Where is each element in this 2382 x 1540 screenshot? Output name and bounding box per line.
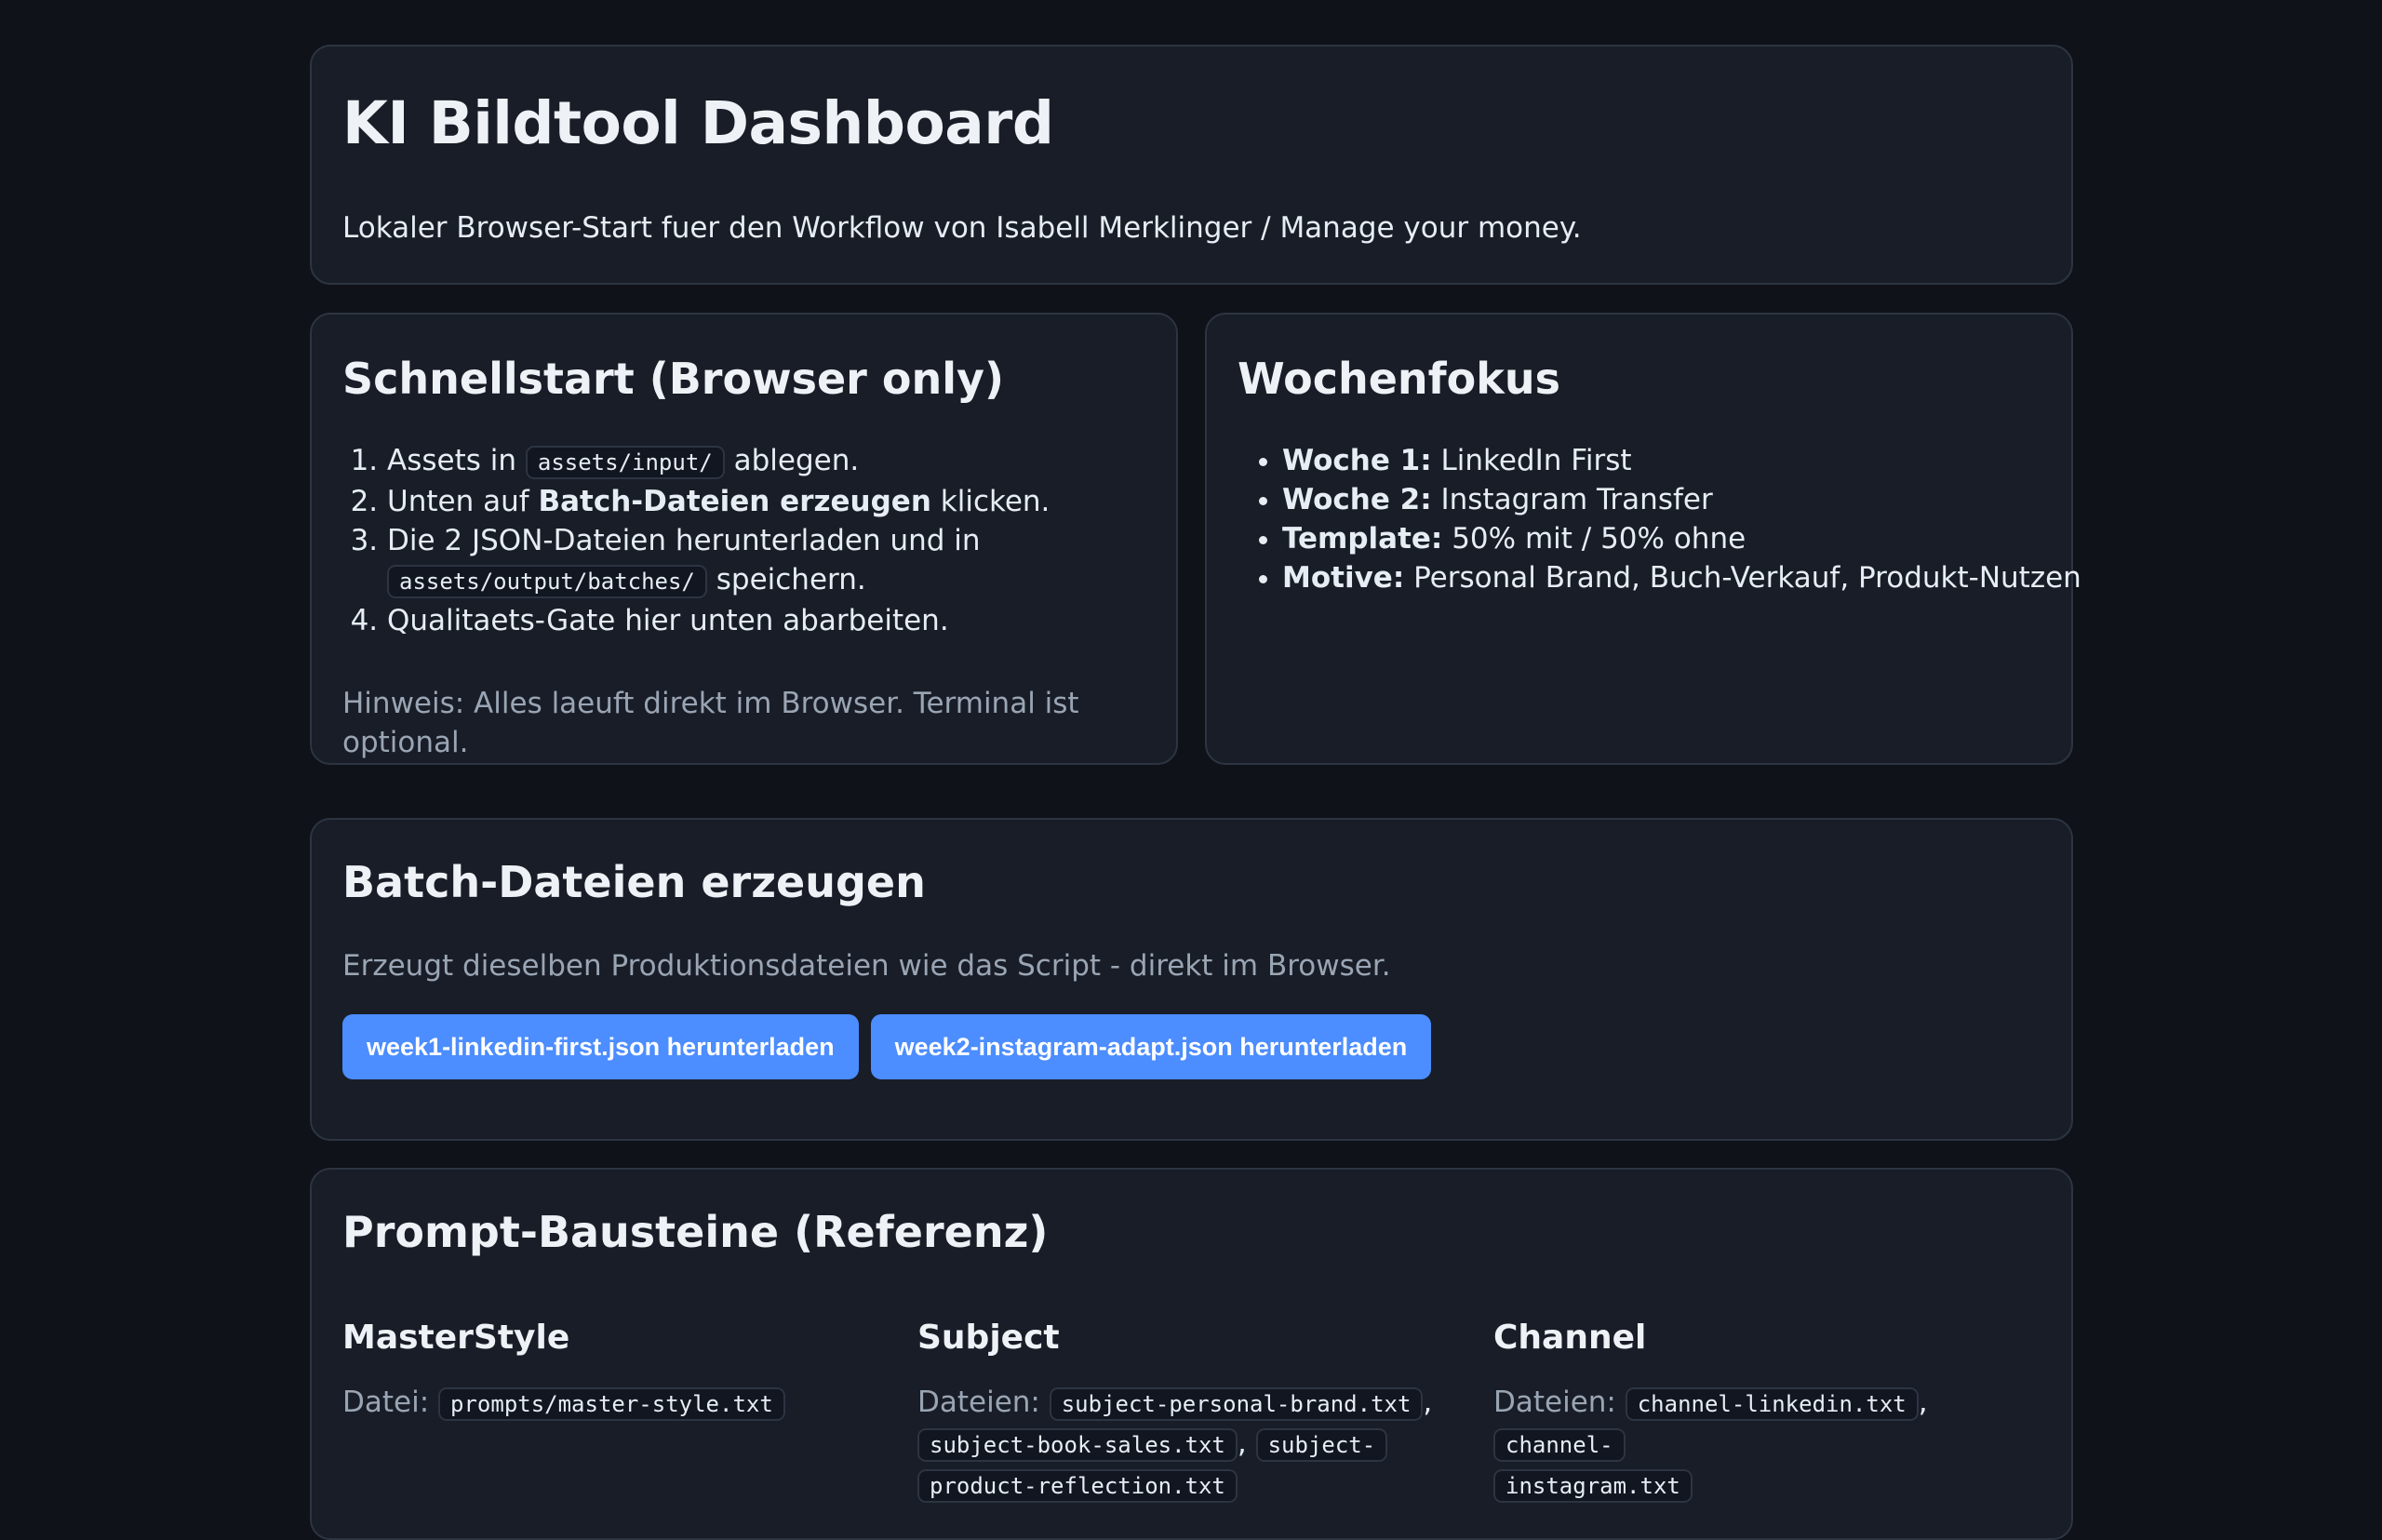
focus-value: Instagram Transfer [1440,483,1713,516]
code-path: subject- [1255,1428,1388,1462]
focus-label: Template: [1282,522,1443,556]
batch-title: Batch-Dateien erzeugen [342,857,926,907]
focus-item: Template: 50% mit / 50% ohne [1282,519,2101,558]
download-week1-button[interactable]: week1-linkedin-first.json herunterladen [342,1014,859,1079]
masterstyle-title: MasterStyle [342,1319,570,1357]
batch-buttons: week1-linkedin-first.json herunterladen w… [342,1014,1443,1079]
dashboard-container: KI Bildtool Dashboard Lokaler Browser-St… [310,45,2081,1540]
focus-item: Motive: Personal Brand, Buch-Verkauf, Pr… [1282,558,2101,597]
step-emphasis: Batch-Dateien erzeugen [538,485,931,518]
step-text: Unten auf [387,485,529,518]
focus-value: LinkedIn First [1440,444,1632,477]
code-path: channel-linkedin.txt [1625,1387,1919,1421]
code-path: product-reflection.txt [917,1469,1238,1503]
subject-files: Dateien: subject-personal-brand.txt, subj… [917,1383,1457,1506]
code-path: subject-book-sales.txt [917,1428,1238,1462]
prompt-column-subject: Subject Dateien: subject-personal-brand.… [917,1319,1457,1506]
separator: , [1237,1426,1247,1460]
separator: , [1918,1386,1928,1419]
page-title: KI Bildtool Dashboard [342,89,1054,157]
focus-title: Wochenfokus [1238,354,1560,404]
quickstart-title: Schnellstart (Browser only) [342,354,1005,404]
files-label: Dateien: [917,1386,1040,1419]
step-text: klicken. [940,485,1050,518]
focus-value: Personal Brand, Buch-Verkauf, Produkt-Nu… [1413,561,2081,595]
code-path: assets/input/ [525,446,725,479]
download-week2-button[interactable]: week2-instagram-adapt.json herunterladen [870,1014,1432,1079]
quickstart-step: Qualitaets-Gate hier unten abarbeiten. [387,601,1187,640]
quickstart-step: Unten auf Batch-Dateien erzeugen klicken… [387,482,1187,521]
focus-label: Woche 2: [1282,483,1432,516]
channel-files: Dateien: channel-linkedin.txt, channel-i… [1493,1383,2042,1506]
prompts-title: Prompt-Bausteine (Referenz) [342,1207,1049,1257]
code-path: channel- [1493,1428,1626,1462]
quickstart-step: Assets in assets/input/ ablegen. [387,441,1187,482]
code-path: subject-personal-brand.txt [1049,1387,1424,1421]
focus-item: Woche 1: LinkedIn First [1282,441,2101,480]
top-row: Schnellstart (Browser only) Assets in as… [310,313,2081,765]
step-text: speichern. [716,563,866,596]
page-subtitle: Lokaler Browser-Start fuer den Workflow … [342,211,1582,245]
quickstart-note: Hinweis: Alles laeuft direkt im Browser.… [342,687,1079,759]
step-text: ablegen. [733,444,860,477]
separator: , [1423,1386,1433,1419]
step-text: Die 2 JSON-Dateien herunterladen und in [387,524,981,557]
focus-item: Woche 2: Instagram Transfer [1282,480,2101,519]
code-path: prompts/master-style.txt [438,1387,785,1421]
focus-value: 50% mit / 50% ohne [1452,522,1746,556]
prompts-card: Prompt-Bausteine (Referenz) MasterStyle … [310,1168,2073,1540]
masterstyle-files: Datei: prompts/master-style.txt [342,1383,882,1424]
focus-label: Motive: [1282,561,1405,595]
quickstart-card: Schnellstart (Browser only) Assets in as… [310,313,1178,765]
code-path: instagram.txt [1493,1469,1693,1503]
prompt-column-masterstyle: MasterStyle Datei: prompts/master-style.… [342,1319,882,1424]
focus-card: Wochenfokus Woche 1: LinkedIn First Woch… [1205,313,2081,765]
step-text: Assets in [387,444,517,477]
subject-title: Subject [917,1319,1060,1357]
focus-list: Woche 1: LinkedIn First Woche 2: Instagr… [1238,441,2101,597]
batch-description: Erzeugt dieselben Produktionsdateien wie… [342,949,1391,983]
batch-card: Batch-Dateien erzeugen Erzeugt dieselben… [310,818,2073,1141]
channel-title: Channel [1493,1319,1647,1357]
quickstart-step: Die 2 JSON-Dateien herunterladen und in a… [387,521,1187,601]
header-card: KI Bildtool Dashboard Lokaler Browser-St… [310,45,2073,285]
quickstart-steps: Assets in assets/input/ ablegen. Unten a… [342,441,1187,640]
focus-label: Woche 1: [1282,444,1432,477]
files-label: Dateien: [1493,1386,1616,1419]
code-path: assets/output/batches/ [387,565,707,598]
files-label: Datei: [342,1386,430,1419]
prompt-column-channel: Channel Dateien: channel-linkedin.txt, c… [1493,1319,2042,1506]
